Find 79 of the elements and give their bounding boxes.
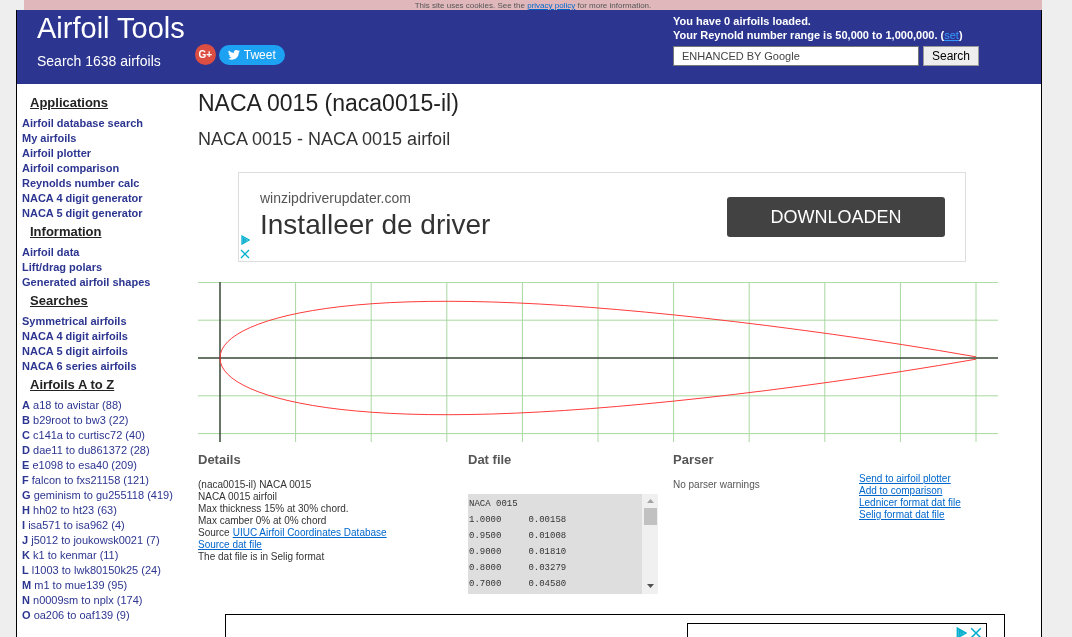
action-link[interactable]: Lednicer format dat file — [859, 497, 961, 509]
sidebar-link[interactable]: B b29root to bw3 (22) — [22, 413, 197, 428]
sidebar-link[interactable]: Generated airfoil shapes — [22, 275, 197, 290]
details-link[interactable]: Source dat file — [198, 538, 262, 551]
sidebar-link[interactable]: Reynolds number calc — [22, 176, 197, 191]
reynolds-range-text: Your Reynold number range is 50,000 to 1,000,000. (set) — [672, 28, 964, 42]
search-count: Search 1638 airfoils — [37, 52, 161, 71]
details-text: Max thickness 15% at 30% chord. — [198, 502, 349, 515]
bird-icon — [227, 49, 240, 60]
sidebar-link[interactable]: Airfoil plotter — [22, 146, 197, 161]
dat-file-heading: Dat file — [468, 451, 513, 469]
sidebar-link[interactable]: NACA 4 digit generator — [22, 191, 197, 206]
sidebar-link[interactable]: Airfoil comparison — [22, 161, 197, 176]
page-subtitle: NACA 0015 - NACA 0015 airfoil — [198, 128, 452, 150]
sidebar-link[interactable]: Airfoil data — [22, 245, 197, 260]
sidebar-link[interactable]: D dae11 to du861372 (28) — [22, 443, 197, 458]
sidebar-link[interactable]: F falcon to fxs21158 (121) — [22, 473, 197, 488]
download-button[interactable]: DOWNLOADEN — [727, 197, 945, 237]
scroll-thumb[interactable] — [643, 507, 657, 525]
close-icon[interactable] — [970, 626, 982, 637]
scroll-up-icon[interactable] — [646, 498, 654, 503]
ad-domain: winzipdriverupdater.com — [260, 189, 412, 208]
dat-line: 0.9000 0.01810 — [469, 545, 568, 559]
details-text: NACA 0015 airfoil — [198, 490, 277, 503]
dat-line: 0.8000 0.03279 — [469, 561, 568, 575]
sidebar-link[interactable]: G geminism to gu255118 (419) — [22, 488, 197, 503]
sidebar-link[interactable]: I isa571 to isa962 (4) — [22, 518, 197, 533]
sidebar-link[interactable]: Lift/drag polars — [22, 260, 197, 275]
action-link[interactable]: Add to comparison — [859, 485, 943, 497]
airfoils-loaded-text: You have 0 airfoils loaded. — [672, 14, 812, 28]
sidebar-link[interactable]: H hh02 to ht23 (63) — [22, 503, 197, 518]
sidebar-link[interactable]: My airfoils — [22, 131, 197, 146]
details-heading: Details — [198, 451, 242, 469]
search-field[interactable]: ENHANCED BY Google — [672, 46, 919, 66]
details-text: Source — [198, 526, 230, 539]
parser-heading: Parser — [673, 451, 715, 469]
scroll-down-icon[interactable] — [646, 583, 654, 588]
site-title[interactable]: Airfoil Tools — [37, 11, 285, 45]
sidebar-link[interactable]: O oa206 to oaf139 (9) — [22, 608, 197, 623]
sidebar-heading: Information — [30, 223, 103, 241]
sidebar-link[interactable]: Airfoil database search — [22, 116, 197, 131]
set-link[interactable]: set — [944, 29, 959, 41]
details-link[interactable]: UIUC Airfoil Coordinates Database — [232, 526, 387, 539]
sidebar-link[interactable]: C c141a to curtisc72 (40) — [22, 428, 197, 443]
ad-choices-icon[interactable] — [240, 235, 250, 245]
parser-message: No parser warnings — [673, 478, 761, 491]
sidebar-link[interactable]: L l1003 to lwk80150k25 (24) — [22, 563, 197, 578]
sidebar-link[interactable]: J j5012 to joukowsk0021 (7) — [22, 533, 197, 548]
sidebar-link[interactable]: E e1098 to esa40 (209) — [22, 458, 197, 473]
ad-choices-icon[interactable] — [955, 626, 967, 637]
details-text: (naca0015-il) NACA 0015 — [198, 478, 312, 491]
page-title: NACA 0015 (naca0015-il) — [198, 89, 460, 118]
sidebar-link[interactable]: M m1 to mue139 (95) — [22, 578, 197, 593]
sidebar-link[interactable]: Symmetrical airfoils — [22, 314, 197, 329]
scrollbar[interactable] — [642, 493, 658, 594]
sidebar-link[interactable]: N n0009sm to nplx (174) — [22, 593, 197, 608]
sidebar-link[interactable]: NACA 6 series airfoils — [22, 359, 197, 374]
dat-line: 0.7000 0.04580 — [469, 577, 568, 591]
sidebar-link[interactable]: NACA 5 digit generator — [22, 206, 197, 221]
google-plus-button[interactable]: G+ — [194, 44, 216, 65]
sidebar-heading: Airfoils A to Z — [30, 376, 116, 394]
sidebar-link[interactable]: K k1 to kenmar (11) — [22, 548, 197, 563]
ad-headline: Installeer de driver — [260, 209, 491, 241]
search-button[interactable]: Search — [922, 46, 979, 66]
dat-line: 0.9500 0.01008 — [469, 529, 568, 543]
dat-line: 1.0000 0.00158 — [469, 513, 568, 527]
sidebar-link[interactable]: NACA 4 digit airfoils — [22, 329, 197, 344]
details-text: The dat file is in Selig format — [198, 550, 325, 563]
sidebar-heading: Applications — [30, 94, 109, 112]
dat-file-textarea[interactable]: NACA 0015 1.0000 0.00158 0.9500 0.01008 0.9000 0.01810 0.8000 0.03279 0.7000 0.04580 — [468, 493, 658, 594]
details-text: Max camber 0% at 0% chord — [198, 514, 327, 527]
action-link[interactable]: Send to airfoil plotter — [859, 473, 951, 485]
dat-line: NACA 0015 — [469, 497, 519, 511]
sidebar-link[interactable]: A a18 to avistar (88) — [22, 398, 197, 413]
sidebar-heading: Searches — [30, 292, 89, 310]
cookie-notice: This site uses cookies. See the privacy policy for more information. — [414, 2, 652, 10]
action-link[interactable]: Selig format dat file — [859, 509, 945, 521]
sidebar-link[interactable]: NACA 5 digit airfoils — [22, 344, 197, 359]
close-icon[interactable] — [240, 249, 250, 259]
